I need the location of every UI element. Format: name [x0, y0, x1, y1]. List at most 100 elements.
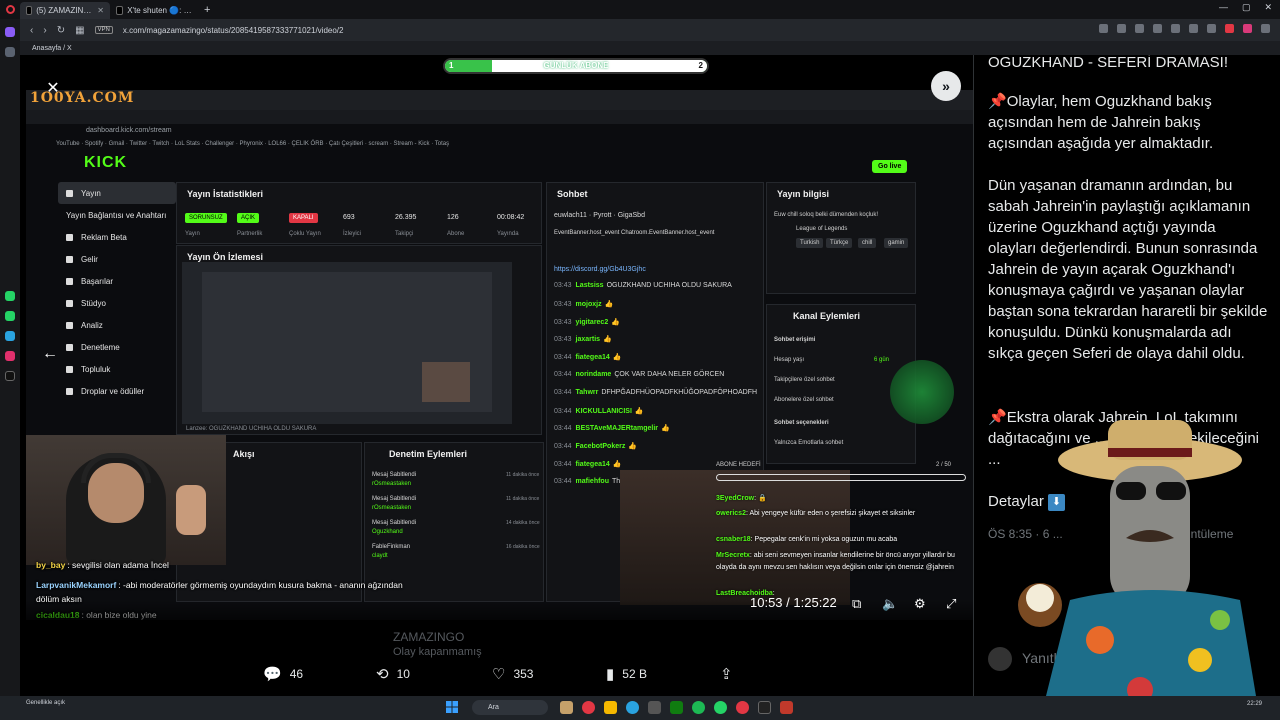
- mod-item-user[interactable]: rOsmeastaken: [372, 481, 411, 487]
- tab-zamazingo[interactable]: (5) ZAMAZINGO (@mag... ✕: [20, 2, 110, 19]
- bookmark-icon[interactable]: [1153, 24, 1162, 33]
- chat-user[interactable]: Tahwrr: [576, 389, 599, 396]
- chat-user[interactable]: fiategea14: [576, 461, 610, 468]
- settings-icon[interactable]: ⚙: [914, 596, 926, 612]
- reload-icon[interactable]: ↻: [57, 25, 65, 36]
- chat-user[interactable]: Lastsiss: [576, 282, 604, 289]
- app-icon[interactable]: [648, 701, 661, 714]
- mod-item-user[interactable]: rOsmeastaken: [372, 505, 411, 511]
- captions-icon[interactable]: ⧉: [852, 596, 861, 612]
- camera-icon[interactable]: [1135, 24, 1144, 33]
- bookmark-x-home[interactable]: Anasayfa / X: [32, 45, 72, 52]
- kick-nav-item[interactable]: Yayın Bağlantısı ve Anahtarı: [58, 204, 176, 226]
- go-live-button[interactable]: Go live: [872, 160, 908, 173]
- windows-start-icon[interactable]: [446, 701, 458, 713]
- menu-icon[interactable]: [1261, 24, 1270, 33]
- weather-widget[interactable]: Genellikle açık: [26, 699, 65, 707]
- forward-icon[interactable]: ›: [43, 25, 46, 36]
- tag[interactable]: Türkçe: [826, 238, 853, 248]
- volume-icon[interactable]: 🔈: [882, 596, 898, 612]
- edge-icon[interactable]: [626, 701, 639, 714]
- repost-button[interactable]: ⟲ 10: [376, 665, 410, 683]
- kick-nav-item[interactable]: Analiz: [58, 314, 176, 336]
- taskbar-clock[interactable]: 22:29: [1247, 700, 1262, 708]
- grid-icon[interactable]: ▦: [75, 25, 84, 36]
- channel-item[interactable]: Abonelere özel sohbet: [774, 397, 834, 403]
- taskbar-search[interactable]: Ara: [472, 700, 548, 715]
- app-icon[interactable]: [758, 701, 771, 714]
- close-window-icon[interactable]: ✕: [1264, 2, 1272, 13]
- instagram-icon[interactable]: [5, 351, 15, 361]
- shield-icon[interactable]: [1225, 24, 1234, 33]
- chat-user[interactable]: KICKULLANICISI: [576, 408, 632, 415]
- chat-user[interactable]: fiategea14: [576, 354, 610, 361]
- channel-item[interactable]: Takipçilere özel sohbet: [774, 377, 835, 383]
- new-tab-button[interactable]: +: [204, 4, 210, 16]
- mod-item-user[interactable]: Oguzkhand: [372, 529, 403, 535]
- mod-item-user[interactable]: claydt: [372, 553, 388, 559]
- app-icon[interactable]: [560, 701, 573, 714]
- chat-user[interactable]: yigitarec2: [576, 319, 609, 326]
- pinned-link[interactable]: https://discord.gg/Gb4U3Gjhc: [554, 266, 646, 273]
- app-icon[interactable]: [780, 701, 793, 714]
- tab-shuten[interactable]: X'te shuten 🔵: "https://...: [110, 2, 200, 19]
- chat-user[interactable]: mafiehfou: [576, 478, 609, 485]
- close-viewer-button[interactable]: ✕: [40, 75, 66, 101]
- chat-user[interactable]: BESTAveMAJERtamgelir: [576, 425, 658, 432]
- share-icon[interactable]: [1117, 24, 1126, 33]
- kick-nav-item[interactable]: Stüdyo: [58, 292, 176, 314]
- spotify-icon[interactable]: [692, 701, 705, 714]
- stream-preview[interactable]: [182, 262, 512, 424]
- url-field[interactable]: x.com/magazamazingo/status/2085419587333…: [123, 26, 344, 35]
- like-button[interactable]: ♡ 353: [492, 665, 533, 683]
- kick-nav-item[interactable]: Denetleme: [58, 336, 176, 358]
- whatsapp-icon[interactable]: [5, 291, 15, 301]
- back-icon[interactable]: ‹: [30, 25, 33, 36]
- inner-url: dashboard.kick.com/stream: [86, 127, 172, 134]
- explorer-icon[interactable]: [604, 701, 617, 714]
- kick-nav-item[interactable]: Yayın: [58, 182, 176, 204]
- minimize-icon[interactable]: —: [1219, 2, 1228, 13]
- chat-time: 03:44: [554, 371, 572, 378]
- xbox-icon[interactable]: [670, 701, 683, 714]
- extensions-icon[interactable]: [1171, 24, 1180, 33]
- whatsapp-icon[interactable]: [714, 701, 727, 714]
- fullscreen-icon[interactable]: ⤢: [946, 596, 956, 612]
- whatsapp2-icon[interactable]: [5, 311, 15, 321]
- chat-user[interactable]: jaxartis: [576, 336, 601, 343]
- telegram-icon[interactable]: [5, 331, 15, 341]
- kick-nav-item[interactable]: Reklam Beta: [58, 226, 176, 248]
- chat-user[interactable]: mojoxjz: [576, 301, 602, 308]
- previous-arrow-icon[interactable]: ←: [42, 345, 58, 363]
- revenue-icon: [66, 255, 73, 263]
- kick-nav-item[interactable]: Gelir: [58, 248, 176, 270]
- channel-item[interactable]: Hesap yaşı: [774, 357, 804, 363]
- zoom-icon[interactable]: [1099, 24, 1108, 33]
- views-button[interactable]: ▮ 52 B: [606, 665, 647, 683]
- profile-icon[interactable]: [1207, 24, 1216, 33]
- tag[interactable]: Turkish: [796, 238, 824, 248]
- reply-button[interactable]: 💬 46: [263, 665, 303, 683]
- kick-nav-item[interactable]: Droplar ve ödüller: [58, 380, 176, 402]
- opera-icon[interactable]: [582, 701, 595, 714]
- star-icon[interactable]: [5, 47, 15, 57]
- browser-logo-icon[interactable]: [0, 5, 20, 14]
- home-icon[interactable]: [5, 27, 15, 37]
- tag[interactable]: gamin: [884, 238, 909, 248]
- vpn-badge[interactable]: VPN: [94, 26, 113, 34]
- kick-nav-item[interactable]: Topluluk: [58, 358, 176, 380]
- video-player[interactable]: 1O0YA.COM dashboard.kick.com/stream YouT…: [26, 90, 973, 620]
- opera-gx-icon[interactable]: [736, 701, 749, 714]
- maximize-icon[interactable]: ▢: [1242, 2, 1251, 13]
- chat-user[interactable]: FacebotPokerz: [576, 443, 626, 450]
- download-icon[interactable]: [1189, 24, 1198, 33]
- share-button[interactable]: ⇪: [720, 665, 733, 683]
- tab-close-icon[interactable]: ✕: [97, 6, 104, 15]
- gmail-icon[interactable]: [1243, 24, 1252, 33]
- kick-nav-item[interactable]: Başarılar: [58, 270, 176, 292]
- x-app-icon[interactable]: [5, 371, 15, 381]
- chat-user[interactable]: norindame: [576, 371, 612, 378]
- channel-item[interactable]: Yalnızca Emotlarla sohbet: [774, 440, 843, 446]
- tag[interactable]: chill: [858, 238, 877, 248]
- expand-icon[interactable]: »: [931, 71, 961, 101]
